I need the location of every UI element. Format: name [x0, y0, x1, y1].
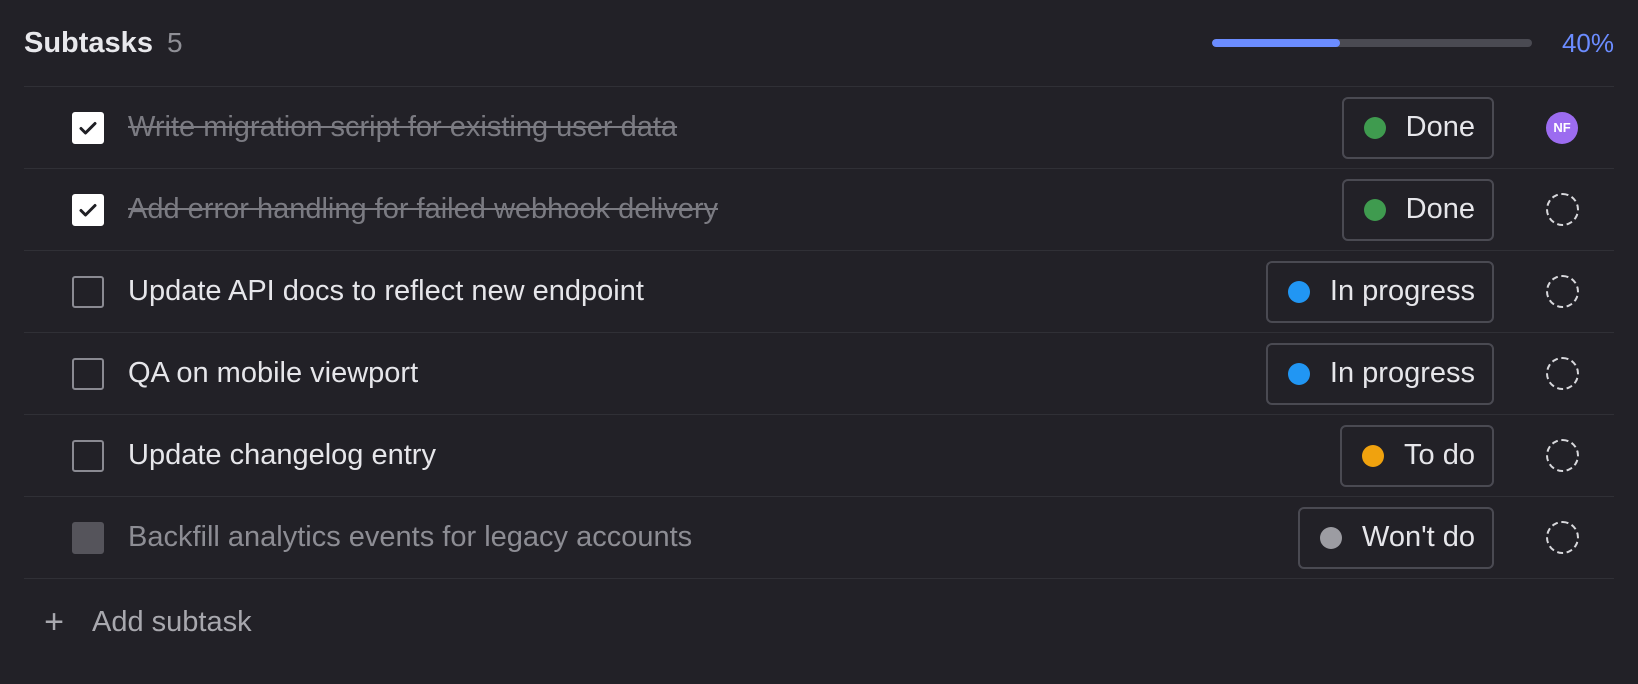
- status-dot-icon: [1363, 116, 1386, 139]
- progress-percent: 40%: [1561, 27, 1614, 58]
- subtask-checkbox[interactable]: [72, 111, 104, 144]
- status-label: Won't do: [1361, 521, 1475, 553]
- status-label: To do: [1404, 439, 1475, 471]
- assignee-slot: [1494, 357, 1614, 390]
- subtask-row: Add error handling for failed webhook de…: [24, 169, 1614, 251]
- subtask-checkbox[interactable]: [72, 357, 104, 390]
- subtask-title[interactable]: Update API docs to reflect new endpoint: [128, 275, 644, 308]
- unassigned-avatar-icon[interactable]: [1545, 521, 1579, 554]
- add-subtask-label: Add subtask: [92, 605, 252, 638]
- subtask-title[interactable]: Write migration script for existing user…: [128, 111, 677, 144]
- subtask-title[interactable]: Backfill analytics events for legacy acc…: [128, 521, 692, 554]
- unassigned-avatar-icon[interactable]: [1545, 357, 1579, 390]
- subtask-row: Update changelog entry To do: [24, 415, 1614, 497]
- status-dot-icon: [1362, 444, 1385, 467]
- subtask-title[interactable]: QA on mobile viewport: [128, 357, 418, 390]
- status-button[interactable]: In progress: [1265, 342, 1494, 405]
- status-dot-icon: [1319, 526, 1342, 549]
- check-icon: [79, 203, 97, 216]
- status-label: Done: [1405, 111, 1475, 143]
- status-button[interactable]: In progress: [1265, 260, 1494, 323]
- assignee-slot: [1494, 193, 1614, 226]
- status-label: Done: [1405, 193, 1475, 225]
- subtask-row: QA on mobile viewport In progress: [24, 333, 1614, 415]
- avatar[interactable]: NF: [1546, 111, 1578, 144]
- check-icon: [79, 121, 97, 134]
- plus-icon: +: [44, 603, 64, 641]
- status-button[interactable]: To do: [1340, 424, 1494, 487]
- status-button[interactable]: Won't do: [1297, 506, 1494, 569]
- subtask-title[interactable]: Add error handling for failed webhook de…: [128, 193, 718, 226]
- subtask-row: Update API docs to reflect new endpoint …: [24, 251, 1614, 333]
- progress-bar: [1212, 39, 1532, 47]
- subtasks-header: Subtasks 5 40%: [24, 0, 1614, 87]
- subtasks-panel: Subtasks 5 40% Write migration script fo…: [0, 0, 1638, 684]
- add-subtask-button[interactable]: + Add subtask: [24, 579, 1614, 665]
- subtask-checkbox[interactable]: [72, 521, 104, 554]
- unassigned-avatar-icon[interactable]: [1545, 275, 1579, 308]
- assignee-slot: [1494, 275, 1614, 308]
- status-button[interactable]: Done: [1341, 96, 1494, 159]
- subtasks-title: Subtasks: [24, 26, 153, 59]
- status-dot-icon: [1287, 362, 1310, 385]
- subtask-title[interactable]: Update changelog entry: [128, 439, 436, 472]
- subtasks-count: 5: [166, 27, 183, 58]
- subtask-row: Write migration script for existing user…: [24, 87, 1614, 169]
- subtask-checkbox[interactable]: [72, 275, 104, 308]
- assignee-slot: [1494, 521, 1614, 554]
- unassigned-avatar-icon[interactable]: [1545, 439, 1579, 472]
- assignee-slot: [1494, 439, 1614, 472]
- assignee-slot: NF: [1494, 111, 1614, 144]
- unassigned-avatar-icon[interactable]: [1545, 193, 1579, 226]
- status-dot-icon: [1363, 198, 1386, 221]
- subtask-checkbox[interactable]: [72, 193, 104, 226]
- status-label: In progress: [1329, 275, 1475, 307]
- progress-bar-fill: [1212, 39, 1340, 47]
- subtask-list: Write migration script for existing user…: [24, 87, 1614, 579]
- status-label: In progress: [1329, 357, 1475, 389]
- subtask-row: Backfill analytics events for legacy acc…: [24, 497, 1614, 579]
- status-dot-icon: [1287, 280, 1310, 303]
- subtask-checkbox[interactable]: [72, 439, 104, 472]
- status-button[interactable]: Done: [1341, 178, 1494, 241]
